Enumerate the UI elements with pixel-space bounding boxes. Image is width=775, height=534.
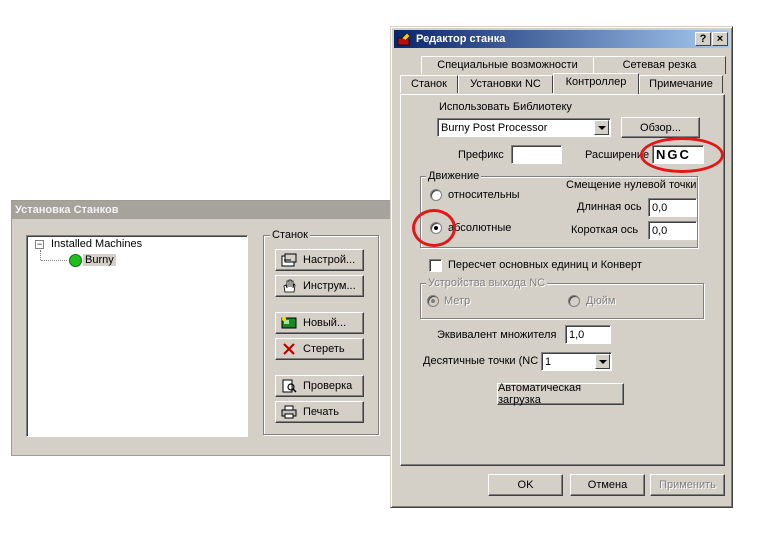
inch-radio[interactable] <box>568 295 580 307</box>
tree-line <box>40 250 42 260</box>
tools-button-label: Инструм... <box>303 280 356 292</box>
check-button-label: Проверка <box>303 380 353 392</box>
setup-icon <box>281 253 297 267</box>
tab-network-cutting[interactable]: Сетевая резка <box>593 56 726 74</box>
new-button-label: Новый... <box>303 317 347 329</box>
tab-special-features[interactable]: Специальные возможности <box>421 56 594 74</box>
delete-button-label: Стереть <box>303 343 345 355</box>
controller-panel: Использовать Библиотеку Burny Post Proce… <box>400 94 725 466</box>
printer-icon <box>281 405 297 419</box>
movement-group-label: Движение <box>426 170 482 182</box>
tree-line <box>41 260 67 262</box>
relative-radio[interactable] <box>430 189 442 201</box>
library-select[interactable]: Burny Post Processor <box>437 118 611 137</box>
inch-label: Дюйм <box>586 295 616 307</box>
apply-button[interactable]: Применить <box>650 474 725 496</box>
tab-notes[interactable]: Примечание <box>639 75 723 93</box>
long-axis-input[interactable]: 0,0 <box>648 198 697 217</box>
machine-editor-dialog: Редактор станка ? × Специальные возможно… <box>390 26 733 508</box>
recalc-label[interactable]: Пересчет основных единиц и Конверт <box>448 259 642 271</box>
prefix-label: Префикс <box>458 149 504 161</box>
prefix-input[interactable] <box>511 145 562 164</box>
multiplier-label: Эквивалент множителя <box>437 329 557 341</box>
long-axis-label: Длинная ось <box>577 201 642 213</box>
tab-machine[interactable]: Станок <box>400 75 458 93</box>
chevron-down-icon[interactable] <box>594 120 609 135</box>
use-library-label: Использовать Библиотеку <box>439 101 572 113</box>
magnifier-page-icon <box>281 379 297 393</box>
new-machine-icon <box>281 316 297 330</box>
autoload-button[interactable]: Автоматическая загрузка <box>497 382 624 406</box>
decimals-select[interactable]: 1 <box>541 352 612 371</box>
cancel-button[interactable]: Отмена <box>570 474 645 496</box>
tools-button[interactable]: Инструм... <box>275 275 364 297</box>
decimals-label: Десятичные точки (NC <box>423 355 539 367</box>
delete-x-icon <box>281 342 297 356</box>
short-axis-label: Короткая ось <box>571 224 639 236</box>
absolute-label[interactable]: абсолютные <box>448 222 511 234</box>
absolute-radio[interactable] <box>430 222 442 234</box>
print-button[interactable]: Печать <box>275 401 364 423</box>
zero-offset-label: Смещение нулевой точки <box>566 179 697 191</box>
new-button[interactable]: Новый... <box>275 312 364 334</box>
hand-icon <box>281 279 297 293</box>
library-select-value: Burny Post Processor <box>441 122 548 134</box>
multiplier-input[interactable]: 1,0 <box>565 325 611 344</box>
machine-editor-title: Редактор станка <box>416 33 506 45</box>
machines-tree[interactable]: − Installed Machines Burny <box>26 235 248 437</box>
extension-input[interactable]: NGC <box>652 145 704 164</box>
machine-setup-title: Установка Станков <box>12 201 390 219</box>
print-button-label: Печать <box>303 406 340 418</box>
browse-button[interactable]: Обзор... <box>621 117 700 138</box>
extension-label: Расширение <box>585 149 650 161</box>
metric-radio[interactable] <box>427 295 439 307</box>
tab-controller[interactable]: Контроллер <box>553 73 639 94</box>
chevron-down-icon[interactable] <box>595 354 610 369</box>
collapse-icon[interactable]: − <box>35 240 44 249</box>
nc-output-group-label: Устройства выхода NC <box>426 277 548 289</box>
check-button[interactable]: Проверка <box>275 375 364 397</box>
machine-status-icon <box>69 254 82 267</box>
machine-editor-titlebar[interactable]: Редактор станка ? × <box>394 30 729 48</box>
close-button[interactable]: × <box>712 32 728 46</box>
decimals-select-value: 1 <box>545 356 552 368</box>
metric-label: Метр <box>444 295 471 307</box>
tab-nc-settings[interactable]: Установки NC <box>458 75 553 93</box>
setup-button-label: Настрой... <box>303 254 356 266</box>
delete-button[interactable]: Стереть <box>275 338 364 360</box>
tree-item-burny[interactable]: Burny <box>83 254 116 266</box>
ok-button[interactable]: OK <box>488 474 563 496</box>
machine-group-label: Станок <box>270 229 310 241</box>
help-button[interactable]: ? <box>695 32 711 46</box>
relative-label[interactable]: относительны <box>448 189 520 201</box>
tree-root-installed-machines[interactable]: Installed Machines <box>51 238 142 250</box>
short-axis-input[interactable]: 0,0 <box>648 221 697 240</box>
machine-setup-window: Установка Станков − Installed Machines B… <box>11 200 391 456</box>
tree-item-burny-label: Burny <box>83 254 116 266</box>
recalc-checkbox[interactable] <box>429 259 442 272</box>
app-icon <box>397 32 413 46</box>
setup-button[interactable]: Настрой... <box>275 249 364 271</box>
